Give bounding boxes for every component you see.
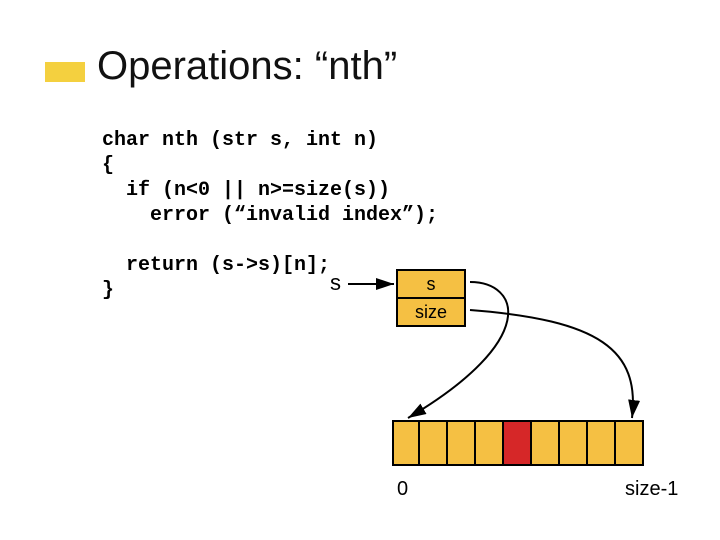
struct-box: s size [396, 269, 466, 327]
code-line: char nth (str s, int n) [102, 129, 378, 152]
code-line: } [102, 279, 114, 302]
code-line: { [102, 154, 114, 177]
array-index-end: size-1 [625, 478, 678, 501]
code-line: if (n<0 || n>=size(s)) [102, 179, 390, 202]
code-line: error (“invalid index”); [102, 204, 438, 227]
array-cell [420, 420, 448, 466]
array-cell-highlight [504, 420, 532, 466]
array-cell [392, 420, 420, 466]
slide-title: Operations: “nth” [97, 44, 397, 89]
title-bullet [45, 62, 85, 82]
array-cell [448, 420, 476, 466]
array-cell [616, 420, 644, 466]
arrow-field-size-to-end [470, 310, 633, 418]
array-cell [560, 420, 588, 466]
code-line: return (s->s)[n]; [102, 254, 330, 277]
pointer-variable-label: s [330, 270, 341, 296]
struct-field-size: size [396, 299, 466, 327]
array-cell [476, 420, 504, 466]
array-cell [588, 420, 616, 466]
array-index-start: 0 [397, 478, 408, 501]
struct-field-s: s [396, 269, 466, 299]
code-listing: char nth (str s, int n) { if (n<0 || n>=… [102, 128, 438, 303]
array-cell [532, 420, 560, 466]
slide: Operations: “nth” char nth (str s, int n… [0, 0, 720, 540]
array-cells [392, 420, 644, 466]
